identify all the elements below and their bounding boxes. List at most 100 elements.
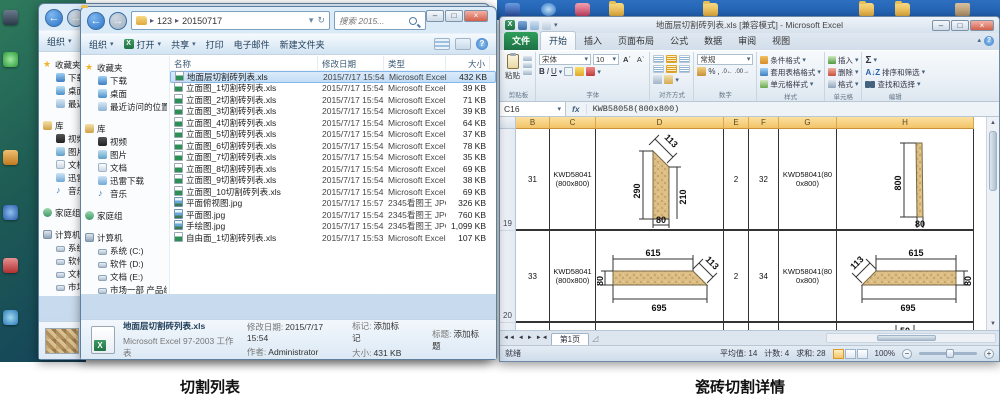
desktop-icon[interactable] xyxy=(3,10,18,25)
percent-icon[interactable]: % xyxy=(708,67,715,76)
column-header-name[interactable]: 名称 xyxy=(170,56,318,70)
cell-f21[interactable] xyxy=(749,323,779,330)
back-button[interactable]: ← xyxy=(87,12,105,30)
cell-c19[interactable]: KWD58041(800x800) xyxy=(550,129,596,231)
sidebar-item[interactable]: 迅雷下载 xyxy=(85,174,167,187)
new-folder-button[interactable]: 新建文件夹 xyxy=(280,38,325,51)
column-header[interactable]: H xyxy=(837,117,974,129)
scroll-up-icon[interactable]: ▲ xyxy=(987,117,999,129)
column-header[interactable]: E xyxy=(724,117,749,129)
file-row[interactable]: 立面图_7切割砖列表.xls 2015/7/17 15:54 Microsoft… xyxy=(170,152,496,164)
column-header-date[interactable]: 修改日期 xyxy=(318,56,384,70)
file-row[interactable]: 立面图_4切割砖列表.xls 2015/7/17 15:54 Microsoft… xyxy=(170,117,496,129)
align-left-icon[interactable] xyxy=(653,65,664,73)
column-header[interactable]: B xyxy=(516,117,550,129)
desktop-icon[interactable] xyxy=(3,205,18,220)
borders-icon[interactable] xyxy=(564,67,573,76)
page-layout-view-button[interactable] xyxy=(845,349,856,359)
sidebar-item[interactable]: 家庭组 xyxy=(85,209,167,222)
first-sheet-icon[interactable]: ◄◄ xyxy=(503,335,515,341)
cell-g20[interactable]: KWD58041(800x800) xyxy=(779,231,837,323)
column-header-type[interactable]: 类型 xyxy=(384,56,446,70)
sidebar-item[interactable]: 收藏夹 xyxy=(85,61,167,74)
preview-pane-button[interactable] xyxy=(455,38,471,50)
cell-h21-diagram[interactable]: 50 xyxy=(837,323,974,330)
chevron-down-icon[interactable]: ▾ xyxy=(309,15,314,26)
comma-icon[interactable]: , xyxy=(718,67,720,76)
desktop-icon[interactable] xyxy=(3,258,18,273)
cell-b19[interactable]: 31 xyxy=(516,129,550,231)
email-button[interactable]: 电子邮件 xyxy=(234,38,270,51)
file-row[interactable]: 自由面_1切割砖列表.xls 2015/7/17 15:53 Microsoft… xyxy=(170,232,496,244)
zoom-in-icon[interactable]: + xyxy=(984,349,994,359)
maximize-button[interactable]: □ xyxy=(445,10,463,22)
cell-e19[interactable]: 2 xyxy=(724,129,749,231)
zoom-out-icon[interactable]: − xyxy=(902,349,912,359)
conditional-formatting-button[interactable]: 条件格式▾ xyxy=(760,54,806,66)
desktop-icon[interactable] xyxy=(541,3,556,16)
column-header[interactable]: C xyxy=(550,117,596,129)
folder-icon[interactable] xyxy=(609,3,624,16)
cell-d20-diagram[interactable]: 615 113 80 695 xyxy=(596,231,724,323)
minimize-button[interactable]: – xyxy=(932,20,950,31)
align-right-icon[interactable] xyxy=(679,65,690,73)
file-row[interactable]: 手绘图.jpg 2015/7/17 15:54 2345看图王 JPG ... … xyxy=(170,221,496,233)
accounting-format-icon[interactable] xyxy=(697,67,706,76)
ribbon-tab[interactable]: 文件 xyxy=(504,32,538,50)
ribbon-tab[interactable]: 开始 xyxy=(540,31,576,50)
redo-icon[interactable] xyxy=(542,21,551,30)
italic-button[interactable]: I xyxy=(547,67,549,76)
prev-sheet-icon[interactable]: ◄ xyxy=(518,335,524,341)
align-bottom-icon[interactable] xyxy=(679,55,690,63)
breadcrumb-segment[interactable]: 20150717 xyxy=(182,16,222,26)
row-header[interactable] xyxy=(500,323,516,330)
open-button[interactable]: X 打开▾ xyxy=(124,38,162,51)
forward-button[interactable]: → xyxy=(109,12,127,30)
grow-font-icon[interactable]: Aˊ xyxy=(621,54,633,65)
cell-e21[interactable] xyxy=(724,323,749,330)
sidebar-item[interactable]: 音乐 xyxy=(85,187,167,200)
name-box[interactable]: C16▾ xyxy=(500,102,566,116)
cell-f19[interactable]: 32 xyxy=(749,129,779,231)
font-size-select[interactable]: 10▾ xyxy=(593,54,619,65)
cell-e20[interactable]: 2 xyxy=(724,231,749,323)
ribbon-tab[interactable]: 审阅 xyxy=(730,32,764,50)
address-bar[interactable]: ▸ 123 ▸ 20150717 ▾ ↻ xyxy=(131,11,330,30)
refresh-icon[interactable]: ↻ xyxy=(317,15,325,26)
page-break-view-button[interactable] xyxy=(857,349,868,359)
normal-view-button[interactable] xyxy=(833,349,844,359)
sidebar-item[interactable]: 系统 (C:) xyxy=(85,244,167,257)
zoom-slider[interactable] xyxy=(919,352,977,355)
insert-worksheet-icon[interactable]: ◿ xyxy=(592,334,598,343)
file-row[interactable]: 立面图_2切割砖列表.xls 2015/7/17 15:54 Microsoft… xyxy=(170,94,496,106)
help-icon[interactable]: ? xyxy=(984,36,994,46)
format-as-table-button[interactable]: 套用表格格式▾ xyxy=(760,66,821,78)
cell-f20[interactable]: 34 xyxy=(749,231,779,323)
help-icon[interactable]: ? xyxy=(476,38,488,50)
format-painter-icon[interactable] xyxy=(523,70,532,75)
vertical-scrollbar[interactable]: ▲ ▼ xyxy=(986,117,999,330)
sort-filter-button[interactable]: A↓Z排序和筛选▾ xyxy=(865,66,925,78)
insert-cells-button[interactable]: 插入▾ xyxy=(828,54,859,66)
increase-decimal-icon[interactable]: .0← xyxy=(722,69,733,75)
desktop-icon[interactable] xyxy=(3,150,18,165)
file-row[interactable]: 立面图_10切割砖列表.xls 2015/7/17 15:54 Microsof… xyxy=(170,186,496,198)
next-sheet-icon[interactable]: ► xyxy=(527,335,533,341)
decrease-decimal-icon[interactable]: .00→ xyxy=(735,69,749,75)
save-icon[interactable] xyxy=(518,21,527,30)
scrollbar-thumb[interactable] xyxy=(877,335,936,341)
find-select-button[interactable]: 查找和选择▾ xyxy=(865,78,920,90)
cell-d19-diagram[interactable]: 290 210 113 80 xyxy=(596,129,724,231)
back-button[interactable]: ← xyxy=(45,9,63,27)
select-all-corner[interactable] xyxy=(500,117,516,129)
search-input[interactable] xyxy=(339,16,409,26)
file-row[interactable]: 立面图_9切割砖列表.xls 2015/7/17 15:54 Microsoft… xyxy=(170,175,496,187)
scrollbar-thumb[interactable] xyxy=(989,131,997,191)
align-top-icon[interactable] xyxy=(653,55,664,63)
ribbon-tab[interactable]: 页面布局 xyxy=(610,32,662,50)
sidebar-item[interactable]: 桌面 xyxy=(85,87,167,100)
paste-button[interactable]: 粘贴 xyxy=(505,54,520,81)
file-row[interactable]: 立面图_5切割砖列表.xls 2015/7/17 15:54 Microsoft… xyxy=(170,129,496,141)
sidebar-item[interactable]: 计算机 xyxy=(85,231,167,244)
formula-input[interactable]: KWB58058(800x800) xyxy=(587,104,680,114)
